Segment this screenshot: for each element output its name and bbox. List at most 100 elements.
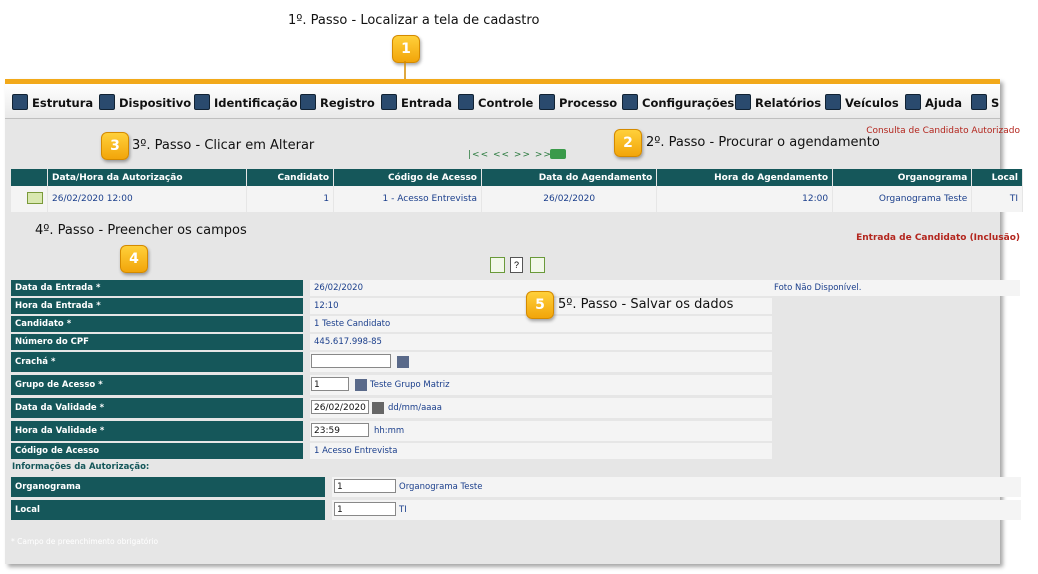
time-format-hint: hh:mm bbox=[374, 426, 405, 436]
col-header: Data/Hora da Autorização bbox=[47, 169, 248, 186]
step5-annotation: 5º. Passo - Salvar os dados bbox=[558, 297, 734, 312]
menu-ajuda[interactable]: Ajuda bbox=[905, 94, 962, 110]
col-header: Hora do Agendamento bbox=[656, 169, 834, 186]
lookup-icon[interactable] bbox=[355, 379, 367, 391]
col-header: Candidato bbox=[246, 169, 335, 186]
col-action bbox=[11, 169, 48, 186]
grupo-desc: Teste Grupo Matriz bbox=[370, 380, 450, 390]
menu-bar: Estrutura Dispositivo Identificação Regi… bbox=[5, 84, 1000, 119]
process-icon bbox=[539, 94, 555, 110]
lookup-icon[interactable] bbox=[397, 356, 409, 368]
menu-entrada[interactable]: Entrada bbox=[381, 94, 452, 110]
organograma-desc: Organograma Teste bbox=[399, 482, 483, 492]
structure-icon bbox=[12, 94, 28, 110]
local-input[interactable]: 1 bbox=[334, 502, 396, 516]
device-icon bbox=[99, 94, 115, 110]
validade-data-input[interactable]: 26/02/2020 bbox=[311, 400, 369, 414]
table-cell: Organograma Teste bbox=[832, 186, 973, 212]
exit-icon bbox=[971, 94, 987, 110]
settings-icon bbox=[622, 94, 638, 110]
table-cell: 26/02/2020 bbox=[481, 186, 658, 212]
value-cpf: 445.617.998-85 bbox=[310, 334, 772, 350]
step4-annotation: 4º. Passo - Preencher os campos bbox=[35, 223, 247, 238]
callout-3: 3 bbox=[101, 132, 129, 160]
back-icon[interactable] bbox=[530, 257, 545, 273]
menu-label: Controle bbox=[478, 96, 534, 110]
edit-cell[interactable] bbox=[11, 186, 48, 212]
control-icon bbox=[458, 94, 474, 110]
menu-label: Registro bbox=[320, 96, 375, 110]
search-icon[interactable] bbox=[550, 149, 566, 159]
menu-controle[interactable]: Controle bbox=[458, 94, 533, 110]
menu-label: Processo bbox=[559, 96, 618, 110]
table-cell: 1 - Acesso Entrevista bbox=[333, 186, 482, 212]
col-header: Local bbox=[971, 169, 1023, 186]
form-title: Entrada de Candidato (Inclusão) bbox=[856, 233, 1020, 243]
label-grupo: Grupo de Acesso * bbox=[11, 375, 303, 395]
menu-registro[interactable]: Registro bbox=[300, 94, 375, 110]
validade-hora-input[interactable]: 23:59 bbox=[311, 423, 369, 437]
organograma-input[interactable]: 1 bbox=[334, 479, 396, 493]
label-hora-entrada: Hora da Entrada * bbox=[11, 298, 303, 314]
col-header: Data do Agendamento bbox=[481, 169, 658, 186]
menu-label: S bbox=[991, 96, 1000, 110]
menu-veiculos[interactable]: Veículos bbox=[825, 94, 899, 110]
register-icon bbox=[300, 94, 316, 110]
value-codigo: 1 Acesso Entrevista bbox=[310, 443, 772, 459]
callout-4: 4 bbox=[120, 245, 148, 273]
menu-relatorios[interactable]: Relatórios bbox=[735, 94, 821, 110]
results-table: Data/Hora da Autorização Candidato Códig… bbox=[11, 169, 1023, 212]
label-local: Local bbox=[11, 500, 325, 520]
photo-placeholder: Foto Não Disponível. bbox=[770, 280, 1020, 296]
vehicles-icon bbox=[825, 94, 841, 110]
label-candidato: Candidato * bbox=[11, 316, 303, 332]
menu-identificacao[interactable]: Identificação bbox=[194, 94, 298, 110]
menu-label: Ajuda bbox=[925, 96, 963, 110]
menu-label: Identificação bbox=[214, 96, 298, 110]
menu-configuracoes[interactable]: Configurações bbox=[622, 94, 734, 110]
menu-processo[interactable]: Processo bbox=[539, 94, 617, 110]
step2-annotation: 2º. Passo - Procurar o agendamento bbox=[646, 135, 880, 150]
label-validade-data: Data da Validade * bbox=[11, 398, 303, 418]
cracha-input[interactable] bbox=[311, 354, 391, 368]
menu-dispositivo[interactable]: Dispositivo bbox=[99, 94, 191, 110]
date-format-hint: dd/mm/aaaa bbox=[388, 403, 442, 413]
grupo-input[interactable]: 1 bbox=[311, 377, 349, 391]
reports-icon bbox=[735, 94, 751, 110]
edit-icon[interactable] bbox=[27, 191, 43, 204]
table-cell: 26/02/2020 12:00 bbox=[47, 186, 248, 212]
pager[interactable]: |<< << >> >>| bbox=[468, 150, 556, 160]
menu-label: Dispositivo bbox=[119, 96, 192, 110]
menu-sair[interactable]: S bbox=[971, 94, 999, 110]
menu-label: Entrada bbox=[401, 96, 452, 110]
label-cpf: Número do CPF bbox=[11, 334, 303, 350]
identification-icon bbox=[194, 94, 210, 110]
help-icon[interactable]: ? bbox=[510, 257, 523, 273]
label-validade-hora: Hora da Validade * bbox=[11, 421, 303, 441]
table-cell: 12:00 bbox=[656, 186, 834, 212]
entry-icon bbox=[381, 94, 397, 110]
local-desc: TI bbox=[399, 505, 407, 515]
callout-5: 5 bbox=[526, 291, 554, 319]
label-data-entrada: Data da Entrada * bbox=[11, 280, 303, 296]
required-footnote: * Campo de preenchimento obrigatório bbox=[11, 537, 159, 546]
label-cracha: Crachá * bbox=[11, 352, 303, 372]
menu-estrutura[interactable]: Estrutura bbox=[12, 94, 93, 110]
table-cell: 1 bbox=[246, 186, 335, 212]
col-header: Código de Acesso bbox=[333, 169, 482, 186]
menu-label: Configurações bbox=[642, 96, 735, 110]
calendar-icon[interactable] bbox=[372, 402, 384, 414]
auth-section-heading: Informações da Autorização: bbox=[12, 462, 150, 472]
help-icon bbox=[905, 94, 921, 110]
menu-label: Estrutura bbox=[32, 96, 94, 110]
table-row: 26/02/2020 12:00 1 1 - Acesso Entrevista… bbox=[11, 186, 1023, 212]
label-codigo: Código de Acesso bbox=[11, 443, 303, 459]
step3-annotation: 3º. Passo - Clicar em Alterar bbox=[132, 138, 315, 153]
menu-label: Relatórios bbox=[755, 96, 822, 110]
col-header: Organograma bbox=[832, 169, 973, 186]
menu-label: Veículos bbox=[845, 96, 899, 110]
table-cell: TI bbox=[971, 186, 1023, 212]
value-local-cell bbox=[332, 500, 1021, 520]
save-icon[interactable] bbox=[490, 257, 505, 273]
label-organograma: Organograma bbox=[11, 477, 325, 497]
